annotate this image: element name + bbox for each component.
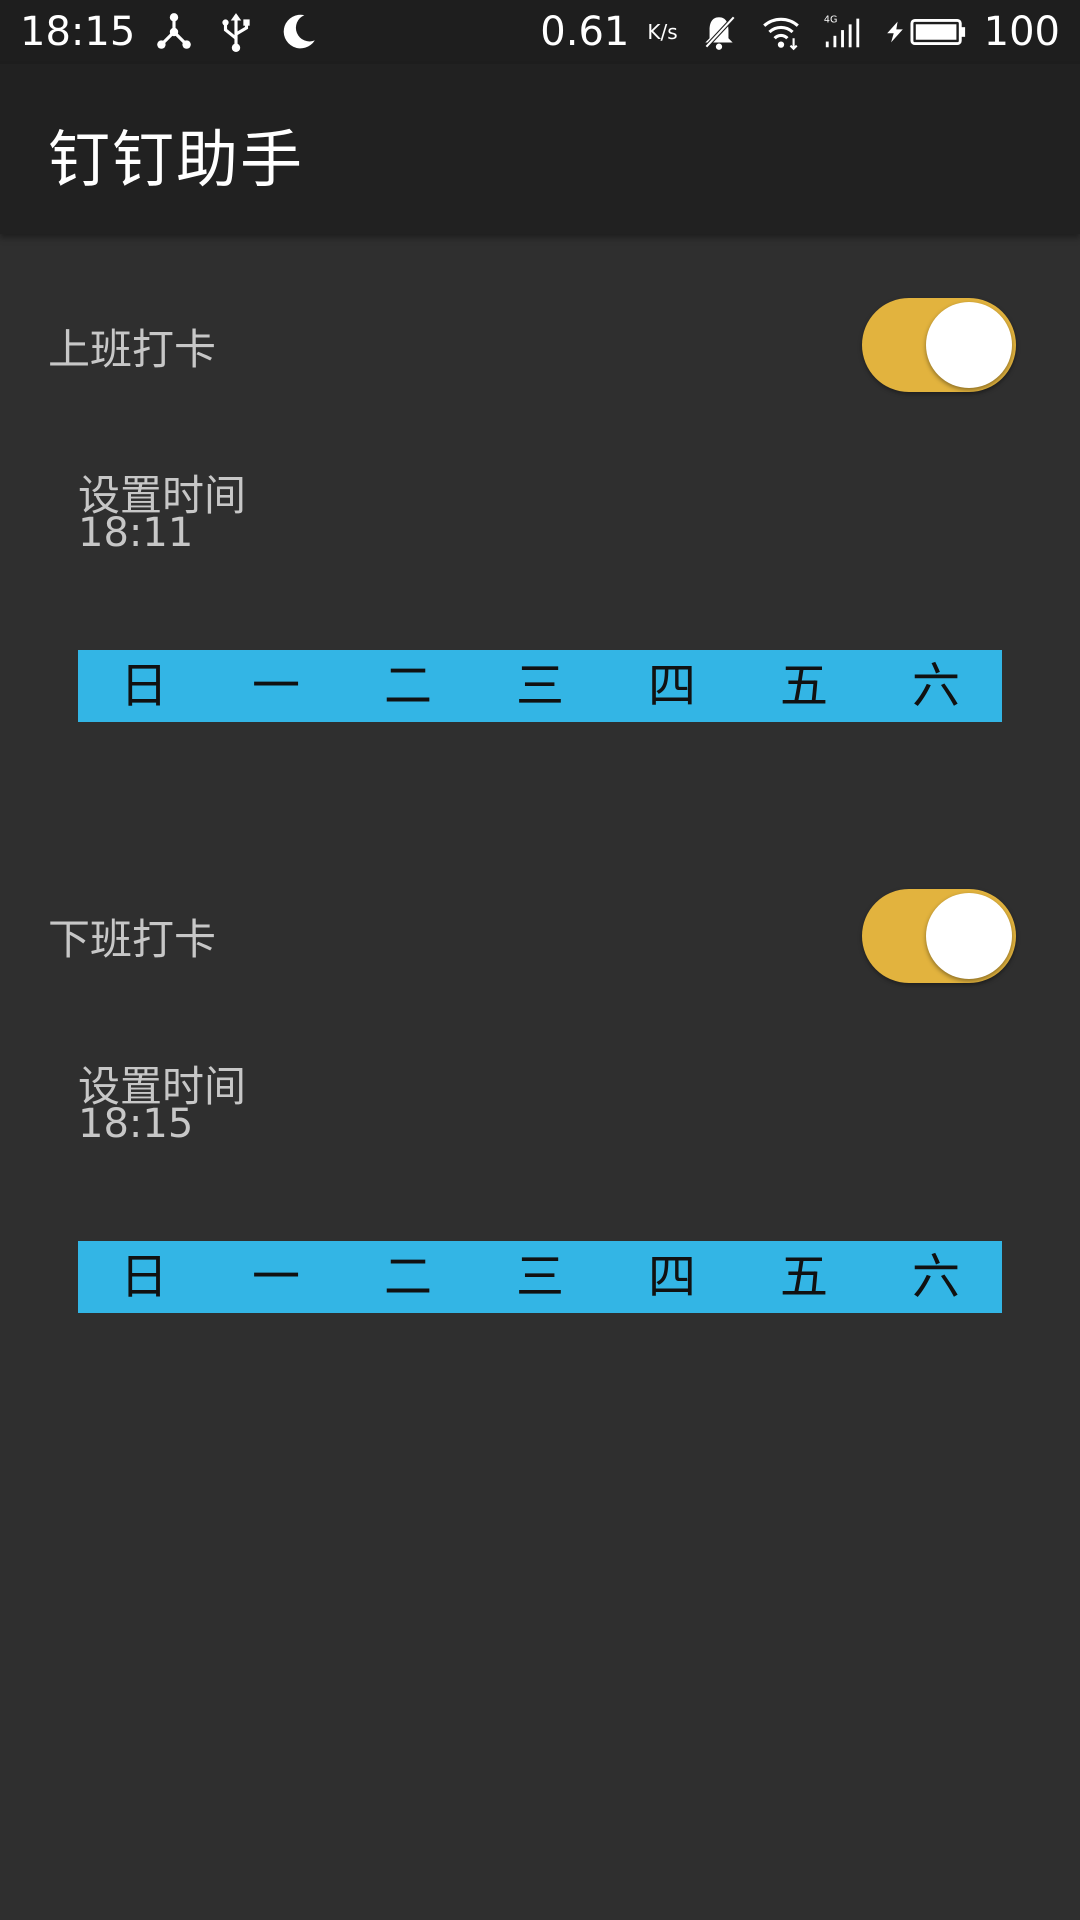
day-tue[interactable]: 二	[342, 650, 474, 722]
app-bar: 钉钉助手	[0, 64, 1080, 234]
day-wed[interactable]: 三	[474, 1241, 606, 1313]
clock-in-time-value[interactable]: 18:11	[78, 510, 193, 556]
day-fri[interactable]: 五	[738, 1241, 870, 1313]
status-bar: 18:15 0.61 K/s 4G 100	[0, 0, 1080, 64]
battery-icon	[910, 18, 965, 46]
mute-bell-icon	[704, 15, 735, 50]
day-wed[interactable]: 三	[474, 650, 606, 722]
toggle-knob	[926, 302, 1012, 388]
moon-icon	[283, 14, 316, 49]
network-speed: 0.61	[540, 9, 630, 55]
day-thu[interactable]: 四	[606, 1241, 738, 1313]
clock-out-weekday-bar: 日 一 二 三 四 五 六	[78, 1241, 1002, 1313]
day-sat[interactable]: 六	[870, 650, 1002, 722]
signal-icon: 4G	[824, 14, 859, 48]
clock-out-toggle[interactable]	[862, 889, 1016, 983]
app-title: 钉钉助手	[48, 123, 305, 196]
toggle-knob	[926, 893, 1012, 979]
day-mon[interactable]: 一	[210, 1241, 342, 1313]
wifi-icon	[762, 17, 799, 51]
day-fri[interactable]: 五	[738, 650, 870, 722]
day-thu[interactable]: 四	[606, 650, 738, 722]
status-bar-left: 18:15	[20, 9, 319, 55]
share-hub-icon	[157, 13, 192, 49]
clock-in-title: 上班打卡	[48, 325, 217, 374]
day-tue[interactable]: 二	[342, 1241, 474, 1313]
clock-in-toggle[interactable]	[862, 298, 1016, 392]
day-mon[interactable]: 一	[210, 650, 342, 722]
day-sun[interactable]: 日	[78, 1241, 210, 1313]
status-time: 18:15	[20, 9, 136, 55]
status-bar-right: 0.61 K/s 4G 100	[540, 9, 1060, 55]
clock-in-weekday-bar: 日 一 二 三 四 五 六	[78, 650, 1002, 722]
day-sun[interactable]: 日	[78, 650, 210, 722]
clock-out-time-value[interactable]: 18:15	[78, 1101, 193, 1147]
battery-level: 100	[983, 9, 1060, 55]
day-sat[interactable]: 六	[870, 1241, 1002, 1313]
network-speed-unit: K/s	[647, 20, 678, 44]
clock-out-title: 下班打卡	[48, 915, 217, 964]
svg-text:4G: 4G	[824, 14, 837, 25]
charging-icon	[886, 21, 903, 43]
usb-icon	[222, 13, 250, 52]
